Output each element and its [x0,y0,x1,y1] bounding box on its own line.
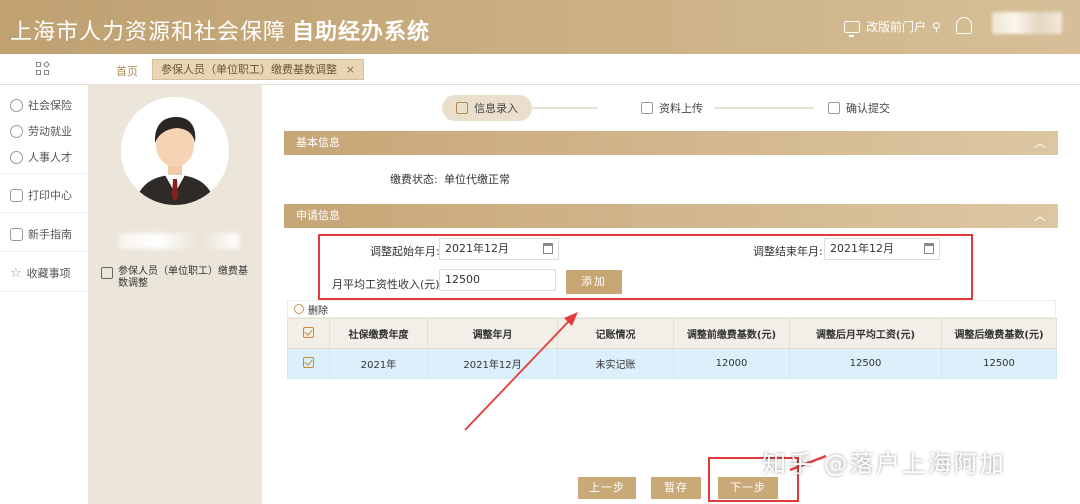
save-draft-button[interactable]: 暂存 [651,477,701,499]
header-checkbox[interactable] [287,318,330,349]
table-header-row: 社保缴费年度 调整年月 记账情况 调整前缴费基数(元) 调整后月平均工资(元) … [287,318,1057,349]
monitor-icon [844,20,860,37]
bell-icon[interactable] [956,17,972,34]
nav-divider [0,291,89,292]
nav-item-favorites[interactable]: ☆ 收藏事项 [10,265,71,281]
business-item-label: 参保人员（单位职工）缴费基数调整 [118,266,248,289]
table-cell: 12000 [673,348,790,379]
status-label: 缴费状态: [390,173,438,186]
nav-label: 收藏事项 [26,267,71,280]
highlight-box-form [318,234,973,300]
prev-step-button[interactable]: 上一步 [578,477,636,499]
nav-item-print-center[interactable]: 打印中心 [10,187,72,203]
step-label: 信息录入 [474,102,518,115]
left-nav: 社会保险 劳动就业 人事人才 打印中心 新手指南 ☆ 收藏事项 [0,85,89,504]
step-indicator: 信息录入 资料上传 确认提交 [262,95,1080,121]
calculator-icon [101,267,113,279]
insurance-icon [10,98,23,112]
table-cell: 2021年 [329,348,428,379]
nav-label: 新手指南 [28,228,72,241]
nav-item-employment[interactable]: 劳动就业 [10,123,72,139]
section-title: 基本信息 [296,136,340,149]
nav-divider [0,212,89,213]
data-table: 社保缴费年度 调整年月 记账情况 调整前缴费基数(元) 调整后月平均工资(元) … [287,318,1057,379]
table-cell: 12500 [941,348,1057,379]
employment-icon [10,124,23,138]
form-icon [456,102,468,114]
delete-icon [294,304,304,314]
nav-divider [0,173,89,174]
table-cell: 12500 [789,348,942,379]
step-info-entry: 信息录入 [442,95,532,121]
business-item[interactable]: 参保人员（单位职工）缴费基数调整 [101,266,257,290]
tab-contribution-adjust[interactable]: 参保人员（单位职工）缴费基数调整 × [152,59,364,80]
user-name-blurred [119,233,239,249]
step-confirm: 确认提交 [814,95,904,121]
nav-item-social-insurance[interactable]: 社会保险 [10,97,72,113]
column-header: 调整年月 [427,318,558,349]
application-info-header[interactable]: 申请信息 ︿ [284,204,1058,228]
checkbox-checked-icon[interactable] [303,326,314,338]
avatar [121,97,229,205]
nav-label: 人事人才 [28,151,72,164]
step-label: 确认提交 [846,102,890,115]
old-portal-link[interactable]: 改版前门户 ⚲ [844,18,941,37]
table-cell: 未实记账 [557,348,674,379]
nav-divider [0,251,89,252]
profile-panel: 参保人员（单位职工）缴费基数调整 ‹ [89,85,349,504]
guide-icon [10,227,23,241]
nav-label: 劳动就业 [28,125,72,138]
title-main: 上海市人力资源和社会保障 [10,20,287,45]
person-icon [10,150,23,164]
column-header: 记账情况 [557,318,674,349]
step-connector [528,107,598,109]
table-cell: 2021年12月 [427,348,558,379]
column-header: 调整前缴费基数(元) [673,318,790,349]
column-header: 社保缴费年度 [329,318,428,349]
status-value: 单位代缴正常 [444,173,510,186]
link-icon: ⚲ [932,19,941,34]
row-checkbox[interactable] [287,348,330,379]
tab-home[interactable]: 首页 [116,63,138,79]
nav-item-guide[interactable]: 新手指南 [10,226,72,242]
chevron-up-icon[interactable]: ︿ [1034,131,1046,155]
watermark-text: 知乎 @落户上海阿加 [762,450,1006,478]
delete-button[interactable]: 删除 [287,300,1056,318]
avatar-person-icon [135,117,215,205]
main-content: 信息录入 资料上传 确认提交 基本信息 ︿ 缴费状态: 单位代缴正常 申请信息 … [262,85,1080,504]
document-icon [641,102,653,114]
basic-info-header[interactable]: 基本信息 ︿ [284,131,1058,155]
nav-item-talent[interactable]: 人事人才 [10,149,72,165]
title-bold: 自助经办系统 [292,20,431,45]
chevron-up-icon[interactable]: ︿ [1034,204,1046,228]
table-row[interactable]: 2021年 2021年12月 未实记账 12000 12500 12500 [287,348,1057,379]
column-header: 调整后月平均工资(元) [789,318,942,349]
nav-label: 打印中心 [28,189,72,202]
step-upload: 资料上传 [627,95,717,121]
printer-icon [10,188,23,202]
app-title: 上海市人力资源和社会保障 自助经办系统 [10,14,430,46]
confirm-icon [828,102,840,114]
apps-grid-icon[interactable] [36,60,51,76]
nav-label: 社会保险 [28,99,72,112]
section-title: 申请信息 [296,209,340,222]
star-icon: ☆ [10,265,22,281]
close-icon[interactable]: × [346,60,355,79]
tab-active-label: 参保人员（单位职工）缴费基数调整 [161,63,337,76]
column-header: 调整后缴费基数(元) [941,318,1057,349]
user-info-blurred[interactable] [992,12,1062,34]
tab-bar: 首页 参保人员（单位职工）缴费基数调整 × [0,54,1080,85]
step-connector [714,107,814,109]
delete-label: 删除 [308,305,328,317]
checkbox-checked-icon[interactable] [303,356,314,368]
portal-link-label: 改版前门户 [866,20,927,34]
adjustment-table: 删除 社保缴费年度 调整年月 记账情况 调整前缴费基数(元) 调整后月平均工资(… [287,300,1057,379]
app-header: 上海市人力资源和社会保障 自助经办系统 改版前门户 ⚲ [0,0,1080,54]
step-label: 资料上传 [659,102,703,115]
